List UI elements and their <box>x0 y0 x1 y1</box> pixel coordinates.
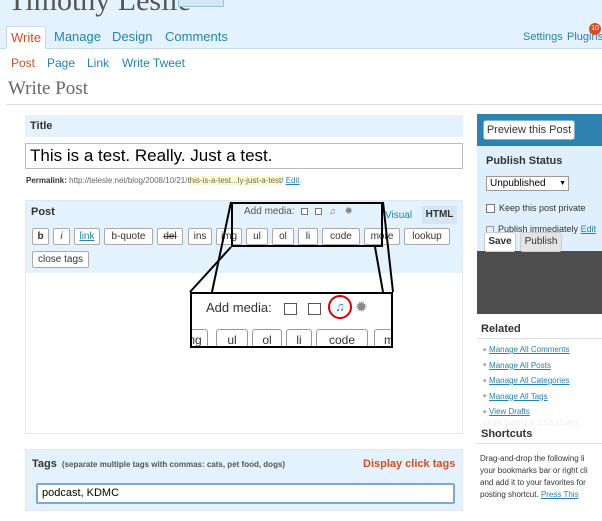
zoom-image-icon[interactable] <box>284 303 297 315</box>
tags-hint: (separate multiple tags with commas: cat… <box>61 460 286 469</box>
shortcuts-line-3: and add it to your favorites for <box>480 478 586 487</box>
permalink-label: Permalink: <box>26 176 67 185</box>
tags-title: Tags (separate multiple tags with commas… <box>32 458 285 470</box>
submenu-write-tweet[interactable]: Write Tweet <box>122 56 185 70</box>
related-divider <box>477 338 602 339</box>
tags-box: Tags (separate multiple tags with commas… <box>25 449 463 511</box>
zoom-video-icon[interactable] <box>308 303 321 315</box>
permalink-slug[interactable]: this-is-a-test...ly-just-a-test <box>187 176 282 185</box>
zoom-ul-button[interactable]: ul <box>216 329 248 346</box>
keep-private-checkbox[interactable] <box>486 204 495 214</box>
related-link-manage-categories[interactable]: Manage All Categories <box>483 376 570 392</box>
zoom-ol-button[interactable]: ol <box>252 329 282 346</box>
display-click-tags-link[interactable]: Display click tags <box>363 458 455 470</box>
site-header: Timothy Leslie <box>0 0 602 22</box>
shortcuts-description: Drag-and-drop the following li your book… <box>480 453 602 501</box>
publish-button[interactable]: Publish <box>520 232 562 252</box>
shortcuts-line-2: your bookmarks bar or right cli <box>480 466 588 475</box>
publish-timestamp-edit-link[interactable]: Edit <box>581 224 597 234</box>
quicktag-lookup-button[interactable]: lookup <box>404 228 450 245</box>
permalink-end: / <box>281 176 284 185</box>
permalink-edit-link[interactable]: Edit <box>286 176 300 185</box>
menu-write[interactable]: Write <box>6 26 47 49</box>
zoom-add-media-label: Add media: <box>206 300 272 315</box>
permalink-base: http://telesle.net/blog/2008/10/21/ <box>69 176 188 185</box>
tab-visual[interactable]: Visual <box>385 210 412 221</box>
related-link-manage-comments[interactable]: Manage All Comments <box>483 345 570 361</box>
shortcuts-line-4: posting shortcut. <box>480 490 539 499</box>
quicktag-blockquote-button[interactable]: b-quote <box>104 228 153 245</box>
post-editor-title: Post <box>31 206 55 218</box>
shortcuts-line-1: Drag-and-drop the following li <box>480 454 585 463</box>
blog-title[interactable]: Timothy Leslie <box>8 0 191 18</box>
related-link-manage-tags[interactable]: Manage All Tags <box>483 392 570 408</box>
title-box-header: Title <box>25 115 463 137</box>
page-title: Write Post <box>8 78 88 99</box>
menu-design[interactable]: Design <box>108 26 156 49</box>
shortcuts-title: Shortcuts <box>481 428 533 440</box>
quicktag-del-button[interactable]: del <box>157 228 183 245</box>
shortcuts-divider <box>477 443 602 444</box>
related-link-view-drafts[interactable]: View Drafts <box>483 407 570 423</box>
zoom-media-icon[interactable]: ✹ <box>355 298 368 316</box>
tags-label: Tags <box>32 458 57 470</box>
publish-status-title: Publish Status <box>486 155 563 167</box>
quicktag-italic-button[interactable]: i <box>53 228 70 245</box>
zoom-code-button[interactable]: code <box>316 329 368 346</box>
submenu-post[interactable]: Post <box>11 56 35 70</box>
publish-status-value: Unpublished <box>490 178 546 189</box>
title-divider <box>6 104 602 105</box>
submenu: Post Page Link Write Tweet <box>0 50 602 72</box>
zoom-callout-panel: Add media: ♫ ✹ ng ul ol li code m <box>190 292 393 348</box>
related-link-manage-posts[interactable]: Manage All Posts <box>483 361 570 377</box>
publish-box: Preview this Post Publish Status Unpubli… <box>477 114 602 439</box>
chevron-down-icon: ▼ <box>559 180 566 187</box>
main-menu: Write Manage Design Comments Settings Pl… <box>0 22 602 49</box>
zoom-audio-icon-highlighted[interactable]: ♫ <box>328 295 352 319</box>
quicktag-bold-button[interactable]: b <box>32 228 49 245</box>
keep-private-option[interactable]: Keep this post private <box>486 203 586 214</box>
publish-box-footer: Draft Saved at 2:53:21 am. Word count: 0 <box>477 251 602 439</box>
keep-private-label: Keep this post private <box>499 203 586 213</box>
submenu-page[interactable]: Page <box>47 56 75 70</box>
tab-html[interactable]: HTML <box>422 206 457 224</box>
menu-settings[interactable]: Settings <box>523 31 563 43</box>
post-title-input[interactable]: This is a test. Really. Just a test. <box>25 143 463 169</box>
publish-status-select[interactable]: Unpublished ▼ <box>486 176 569 191</box>
visit-site-button[interactable] <box>178 0 224 7</box>
zoom-li-button[interactable]: li <box>286 329 312 346</box>
quicktag-close-tags-button[interactable]: close tags <box>32 251 89 268</box>
menu-comments[interactable]: Comments <box>161 26 232 49</box>
submenu-link[interactable]: Link <box>87 56 109 70</box>
related-title: Related <box>481 323 521 335</box>
tags-input[interactable]: podcast, KDMC <box>36 483 455 504</box>
zoom-source-frame <box>231 202 383 247</box>
press-this-link[interactable]: Press This <box>541 490 579 499</box>
quicktag-link-button[interactable]: link <box>74 228 100 245</box>
quicktag-ins-button[interactable]: ins <box>188 228 212 245</box>
zoom-img-button[interactable]: ng <box>192 329 208 346</box>
preview-post-button[interactable]: Preview this Post <box>483 120 575 140</box>
zoom-more-button[interactable]: m <box>374 329 391 346</box>
menu-manage[interactable]: Manage <box>50 26 105 49</box>
plugin-count-badge: 10 <box>589 23 601 35</box>
related-links: Manage All Comments Manage All Posts Man… <box>483 345 570 423</box>
permalink: Permalink: http://telesle.net/blog/2008/… <box>26 176 300 185</box>
save-button[interactable]: Save <box>484 232 516 252</box>
publish-box-top: Preview this Post <box>477 114 602 146</box>
